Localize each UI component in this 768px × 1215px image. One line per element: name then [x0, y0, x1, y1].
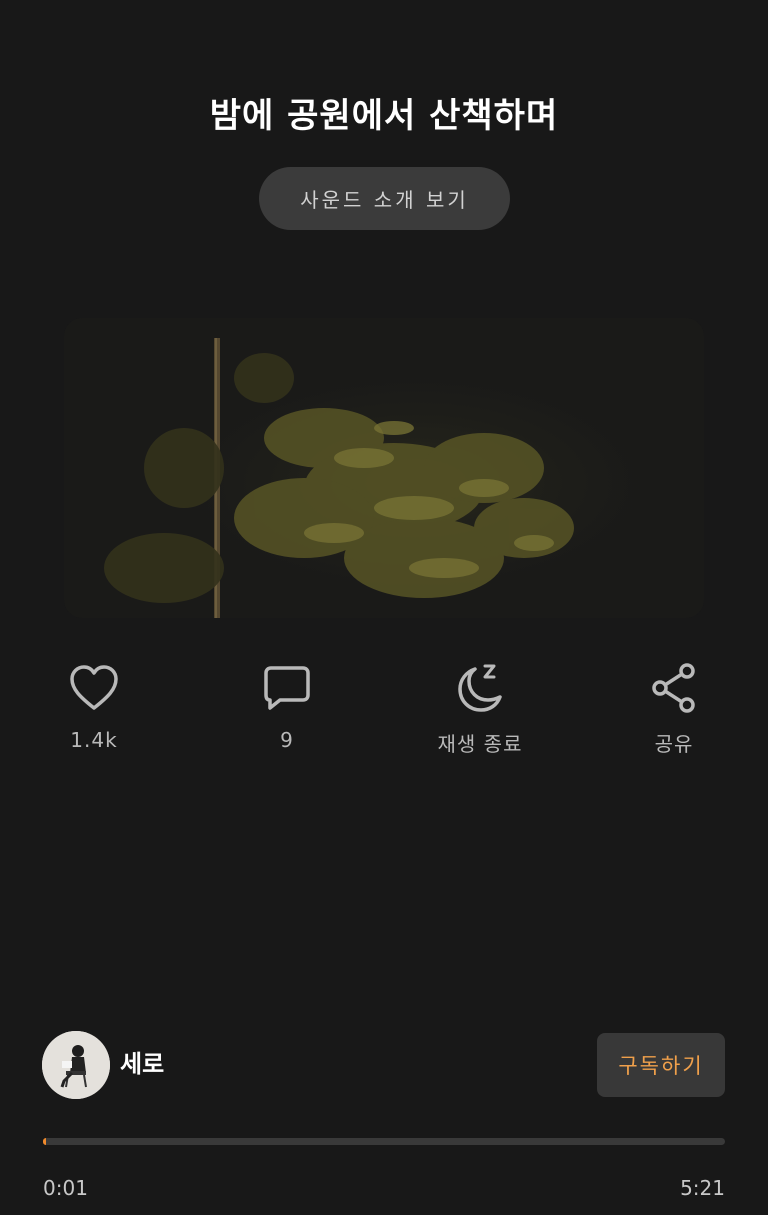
subscribe-button[interactable]: 구독하기: [597, 1033, 725, 1097]
page-title: 밤에 공원에서 산책하며: [209, 96, 559, 136]
sleep-timer-button[interactable]: 재생 종료: [420, 660, 540, 757]
moon-sleep-icon: [452, 660, 508, 716]
playback-progress-bar[interactable]: [43, 1138, 725, 1145]
cover-image: [64, 318, 704, 618]
share-label: 공유: [654, 732, 694, 756]
share-icon: [646, 660, 702, 716]
like-button[interactable]: 1.4k: [34, 660, 154, 752]
like-count: 1.4k: [70, 728, 118, 752]
progress-fill: [43, 1138, 46, 1145]
sound-player-screen: 밤에 공원에서 산책하며 사운드 소개 보기 1.4k 9 재생 종료 공유 세…: [0, 0, 768, 1215]
sleep-timer-label: 재생 종료: [437, 732, 523, 756]
total-time: 5:21: [680, 1176, 725, 1200]
action-bar: 1.4k 9 재생 종료 공유: [0, 660, 768, 770]
current-time: 0:01: [43, 1176, 88, 1200]
sound-intro-button[interactable]: 사운드 소개 보기: [259, 167, 510, 230]
comment-icon: [259, 660, 315, 716]
night-park-illustration: [64, 318, 704, 618]
share-button[interactable]: 공유: [614, 660, 734, 757]
avatar[interactable]: [42, 1031, 110, 1099]
comment-count: 9: [280, 728, 294, 752]
heart-icon: [66, 660, 122, 716]
creator-name[interactable]: 세로: [120, 1044, 164, 1079]
comment-button[interactable]: 9: [227, 660, 347, 752]
creator-info: 세로: [42, 1031, 164, 1099]
